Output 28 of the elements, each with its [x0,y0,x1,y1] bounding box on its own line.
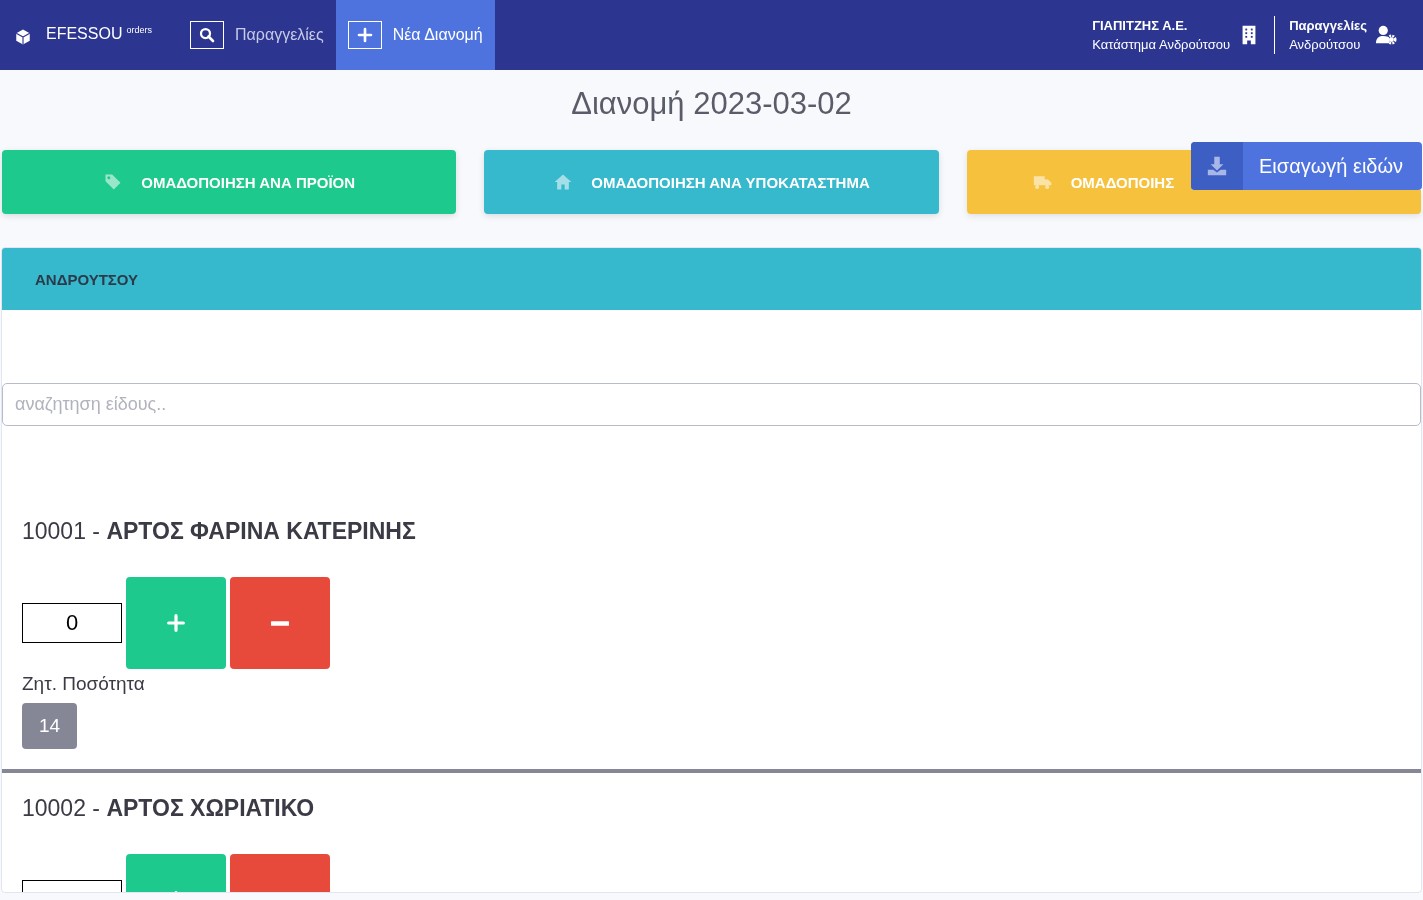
increment-button[interactable] [126,577,226,669]
search-field[interactable]: αναζητηση είδους.. [2,383,1421,426]
item-title: 10002 - ΑΡΤΟΣ ΧΩΡΙΑΤΙΚΟ [22,795,316,822]
cube-icon [14,27,32,46]
minus-icon [271,620,289,626]
search-icon [198,26,216,44]
user-role: Παραγγελίες [1289,18,1367,33]
page-title: Διανομή 2023-03-02 [570,86,853,122]
quantity-field[interactable]: 0 [22,603,122,643]
user-gear-icon [1375,24,1397,46]
card-header: ΑΝΔΡΟΥΤΣΟΥ [2,248,1421,310]
download-icon [1206,155,1228,177]
nav-link[interactable]: Παραγγελίες [178,0,336,70]
item-title: 10001 - ΑΡΤΟΣ ΦΑΡΙΝΑ ΚΑΤΕΡΙΝΗΣ [22,518,417,545]
house-icon [553,172,574,192]
requested-label: Ζητ. Ποσότητα [22,673,146,695]
plus-icon [355,26,374,44]
plus-icon [165,612,187,634]
requested-quantity: 14 [22,703,78,749]
store-name: Κατάστημα Ανδρούτσου [1092,37,1231,52]
brand-name: EFESSOU [46,24,123,43]
import-button[interactable]: Εισαγωγή ειδών [1191,142,1422,190]
company-name: ΓΙΑΠΙΤΖΗΣ Α.Ε. [1092,18,1189,33]
user-name: Ανδρούτσου [1289,37,1362,52]
group-button[interactable]: ΟΜΑΔΟΠΟΙΗΣΗ ΑΝΑ ΥΠΟΚΑΤΑΣΤΗΜΑ [484,150,939,214]
nav-link[interactable]: Νέα Διανομή [335,0,495,70]
decrement-button[interactable] [230,577,330,669]
brand-subtitle: orders [126,24,152,35]
